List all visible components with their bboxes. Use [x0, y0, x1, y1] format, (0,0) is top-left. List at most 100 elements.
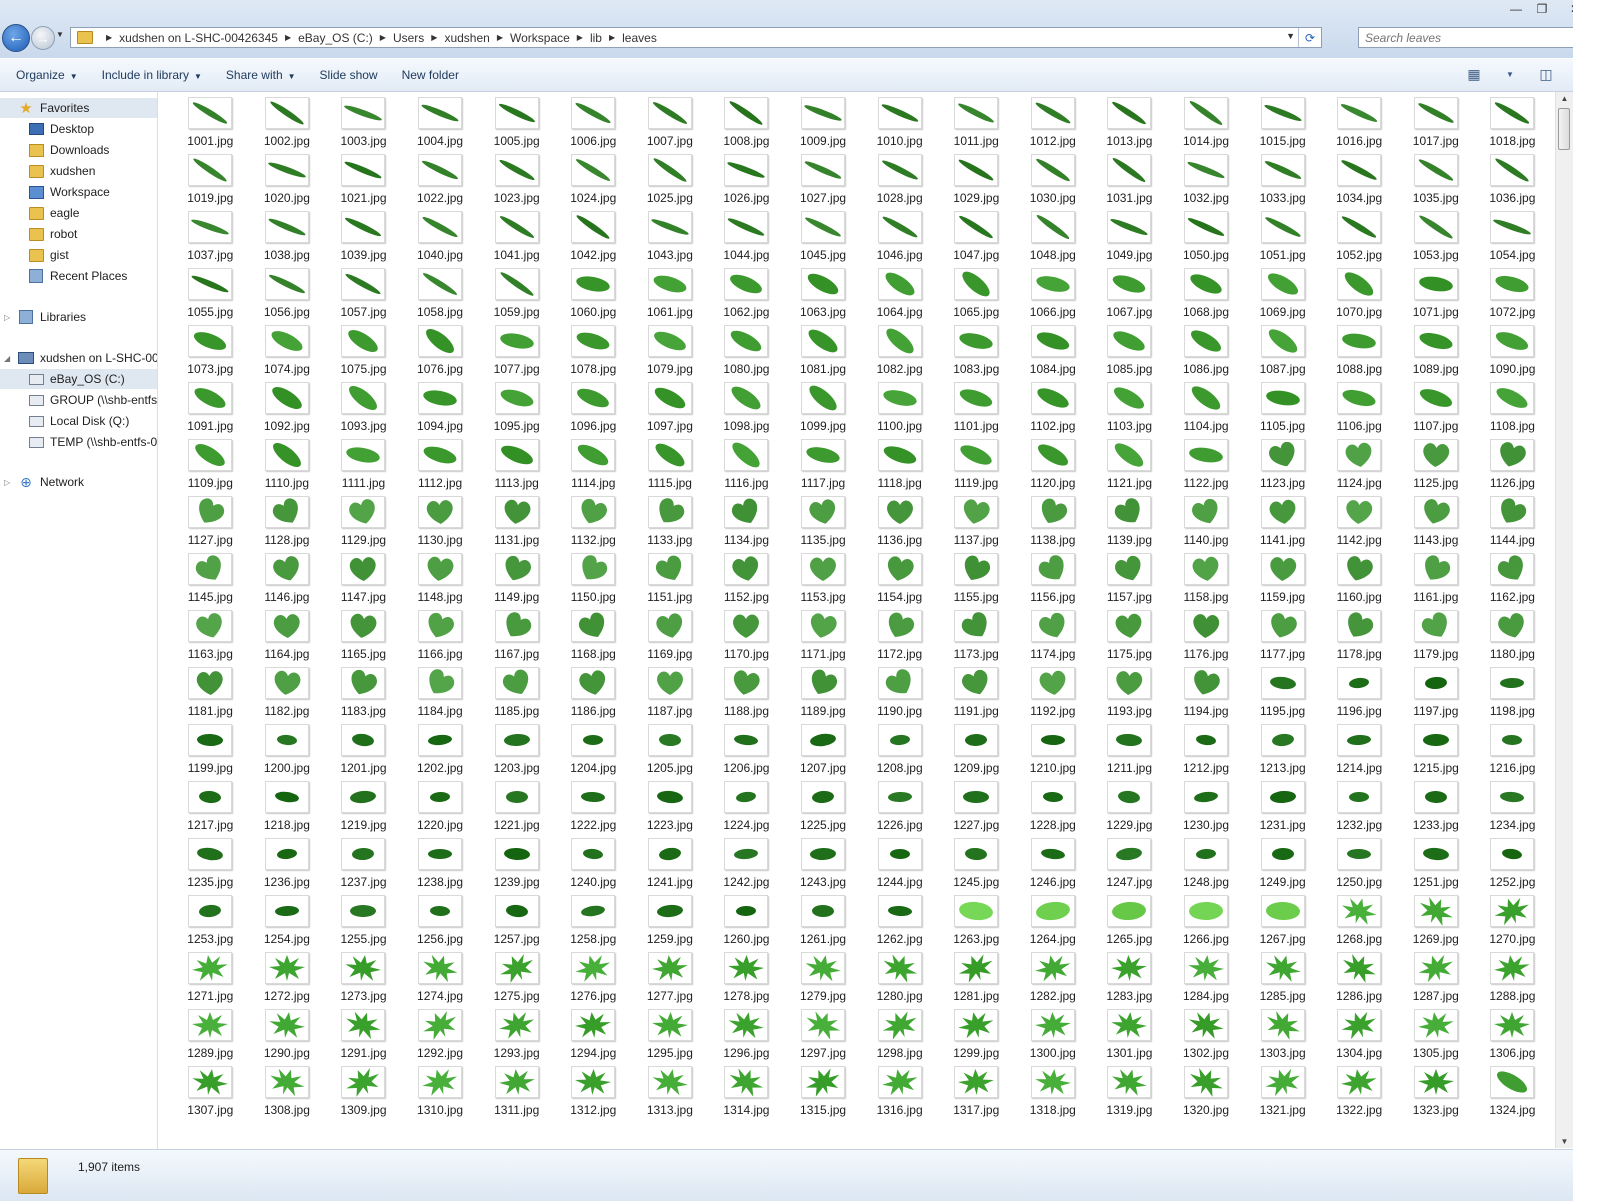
file-item[interactable]: 1286.jpg [1321, 952, 1398, 1009]
chevron-right-icon[interactable]: ▶ [431, 33, 437, 42]
file-item[interactable]: 1177.jpg [1244, 610, 1321, 667]
file-item[interactable]: 1182.jpg [249, 667, 326, 724]
file-item[interactable]: 1208.jpg [861, 724, 938, 781]
file-item[interactable]: 1189.jpg [785, 667, 862, 724]
file-item[interactable]: 1083.jpg [938, 325, 1015, 382]
file-item[interactable]: 1241.jpg [632, 838, 709, 895]
vertical-scrollbar[interactable]: ▲ ▼ [1555, 92, 1573, 1148]
file-item[interactable]: 1126.jpg [1474, 439, 1551, 496]
file-item[interactable]: 1164.jpg [249, 610, 326, 667]
file-item[interactable]: 1301.jpg [1091, 1009, 1168, 1066]
file-item[interactable]: 1223.jpg [632, 781, 709, 838]
file-item[interactable]: 1173.jpg [938, 610, 1015, 667]
file-item[interactable]: 1043.jpg [632, 211, 709, 268]
file-item[interactable]: 1284.jpg [1168, 952, 1245, 1009]
file-item[interactable]: 1081.jpg [785, 325, 862, 382]
file-item[interactable]: 1218.jpg [249, 781, 326, 838]
file-item[interactable]: 1112.jpg [402, 439, 479, 496]
file-item[interactable]: 1137.jpg [938, 496, 1015, 553]
file-item[interactable]: 1295.jpg [632, 1009, 709, 1066]
file-item[interactable]: 1080.jpg [708, 325, 785, 382]
file-item[interactable]: 1266.jpg [1168, 895, 1245, 952]
file-item[interactable]: 1229.jpg [1091, 781, 1168, 838]
file-item[interactable]: 1114.jpg [555, 439, 632, 496]
more-views-dropdown[interactable]: ▼ [1501, 65, 1519, 83]
file-item[interactable]: 1128.jpg [249, 496, 326, 553]
file-item[interactable]: 1170.jpg [708, 610, 785, 667]
file-item[interactable]: 1248.jpg [1168, 838, 1245, 895]
file-item[interactable]: 1153.jpg [785, 553, 862, 610]
file-item[interactable]: 1263.jpg [938, 895, 1015, 952]
file-item[interactable]: 1322.jpg [1321, 1066, 1398, 1123]
file-item[interactable]: 1281.jpg [938, 952, 1015, 1009]
recent-pages-dropdown[interactable]: ▼ [56, 30, 64, 39]
file-item[interactable]: 1082.jpg [861, 325, 938, 382]
file-item[interactable]: 1192.jpg [1015, 667, 1092, 724]
file-item[interactable]: 1143.jpg [1398, 496, 1475, 553]
file-item[interactable]: 1015.jpg [1244, 97, 1321, 154]
file-item[interactable]: 1079.jpg [632, 325, 709, 382]
breadcrumb-computer[interactable]: xudshen on L-SHC-00426345 [119, 31, 278, 45]
breadcrumb-leaves[interactable]: leaves [622, 31, 657, 45]
file-item[interactable]: 1181.jpg [172, 667, 249, 724]
file-item[interactable]: 1068.jpg [1168, 268, 1245, 325]
include-in-library-menu[interactable]: Include in library ▼ [94, 68, 210, 82]
file-item[interactable]: 1317.jpg [938, 1066, 1015, 1123]
file-item[interactable]: 1016.jpg [1321, 97, 1398, 154]
file-item[interactable]: 1231.jpg [1244, 781, 1321, 838]
file-item[interactable]: 1155.jpg [938, 553, 1015, 610]
file-item[interactable]: 1269.jpg [1398, 895, 1475, 952]
file-item[interactable]: 1186.jpg [555, 667, 632, 724]
file-item[interactable]: 1275.jpg [478, 952, 555, 1009]
file-item[interactable]: 1092.jpg [249, 382, 326, 439]
file-item[interactable]: 1100.jpg [861, 382, 938, 439]
nav-drive-temp[interactable]: TEMP (\\shb-entfs-0 [0, 432, 157, 452]
file-item[interactable]: 1235.jpg [172, 838, 249, 895]
file-item[interactable]: 1315.jpg [785, 1066, 862, 1123]
file-item[interactable]: 1234.jpg [1474, 781, 1551, 838]
file-item[interactable]: 1210.jpg [1015, 724, 1092, 781]
file-item[interactable]: 1053.jpg [1398, 211, 1475, 268]
file-item[interactable]: 1154.jpg [861, 553, 938, 610]
file-item[interactable]: 1129.jpg [325, 496, 402, 553]
file-item[interactable]: 1121.jpg [1091, 439, 1168, 496]
file-item[interactable]: 1252.jpg [1474, 838, 1551, 895]
chevron-right-icon[interactable]: ▶ [380, 33, 386, 42]
scroll-up-arrow-icon[interactable]: ▲ [1556, 94, 1573, 103]
file-item[interactable]: 1262.jpg [861, 895, 938, 952]
file-item[interactable]: 1055.jpg [172, 268, 249, 325]
file-item[interactable]: 1009.jpg [785, 97, 862, 154]
file-item[interactable]: 1204.jpg [555, 724, 632, 781]
file-item[interactable]: 1268.jpg [1321, 895, 1398, 952]
file-item[interactable]: 1104.jpg [1168, 382, 1245, 439]
file-item[interactable]: 1303.jpg [1244, 1009, 1321, 1066]
file-item[interactable]: 1046.jpg [861, 211, 938, 268]
file-item[interactable]: 1244.jpg [861, 838, 938, 895]
minimize-button[interactable]: — [1503, 0, 1529, 18]
file-item[interactable]: 1047.jpg [938, 211, 1015, 268]
file-item[interactable]: 1024.jpg [555, 154, 632, 211]
file-item[interactable]: 1034.jpg [1321, 154, 1398, 211]
file-item[interactable]: 1254.jpg [249, 895, 326, 952]
file-item[interactable]: 1190.jpg [861, 667, 938, 724]
file-item[interactable]: 1073.jpg [172, 325, 249, 382]
file-item[interactable]: 1052.jpg [1321, 211, 1398, 268]
file-item[interactable]: 1067.jpg [1091, 268, 1168, 325]
file-item[interactable]: 1310.jpg [402, 1066, 479, 1123]
file-item[interactable]: 1085.jpg [1091, 325, 1168, 382]
file-item[interactable]: 1111.jpg [325, 439, 402, 496]
share-with-menu[interactable]: Share with ▼ [218, 68, 304, 82]
nav-item-gist[interactable]: gist [0, 245, 157, 265]
file-item[interactable]: 1033.jpg [1244, 154, 1321, 211]
file-item[interactable]: 1030.jpg [1015, 154, 1092, 211]
file-item[interactable]: 1148.jpg [402, 553, 479, 610]
file-item[interactable]: 1270.jpg [1474, 895, 1551, 952]
file-item[interactable]: 1161.jpg [1398, 553, 1475, 610]
file-item[interactable]: 1323.jpg [1398, 1066, 1475, 1123]
file-item[interactable]: 1306.jpg [1474, 1009, 1551, 1066]
file-item[interactable]: 1196.jpg [1321, 667, 1398, 724]
file-item[interactable]: 1065.jpg [938, 268, 1015, 325]
file-item[interactable]: 1090.jpg [1474, 325, 1551, 382]
file-item[interactable]: 1078.jpg [555, 325, 632, 382]
file-item[interactable]: 1321.jpg [1244, 1066, 1321, 1123]
